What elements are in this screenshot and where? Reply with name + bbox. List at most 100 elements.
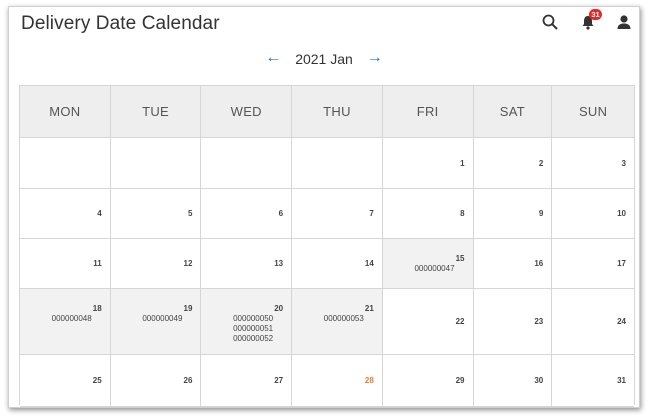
day-number: 22 (455, 317, 465, 326)
app-window: Delivery Date Calendar 31 ← 2021 Jan → M… (8, 6, 640, 408)
day-number: 4 (97, 209, 102, 218)
next-month-button[interactable]: → (357, 49, 393, 67)
day-number: 26 (183, 376, 193, 385)
day-number: 6 (278, 209, 284, 218)
day-number: 30 (534, 376, 544, 385)
day-cell-17[interactable]: 17 (552, 239, 634, 288)
order-number-link[interactable]: 000000051 (233, 324, 273, 334)
day-cell-20[interactable]: 20 000000050 000000051 000000052 (201, 289, 293, 354)
weekday-header-row: MON TUE WED THU FRI SAT SUN (20, 86, 634, 138)
day-number: 21 (364, 304, 374, 313)
day-cell-19[interactable]: 19 000000049 (110, 289, 202, 354)
order-number-link[interactable]: 000000048 (52, 314, 92, 324)
calendar-week-row: 25 26 27 28 29 30 31 (20, 355, 634, 407)
weekday-header-mon: MON (20, 86, 111, 137)
day-cell-9[interactable]: 9 (473, 189, 553, 238)
day-number: 23 (534, 317, 544, 326)
day-cell-21[interactable]: 21 000000053 (292, 289, 383, 354)
day-cell-30[interactable]: 30 (473, 355, 553, 406)
order-number-link[interactable]: 000000050 (233, 314, 273, 324)
order-list: 000000053 (324, 314, 364, 324)
day-number: 11 (93, 259, 102, 268)
day-number: 24 (617, 317, 626, 326)
day-cell-16[interactable]: 16 (473, 239, 553, 288)
day-cell-25[interactable]: 25 (20, 355, 111, 406)
page-title: Delivery Date Calendar (21, 13, 220, 34)
weekday-header-thu: THU (292, 86, 383, 137)
day-number: 16 (534, 259, 544, 268)
day-cell-18[interactable]: 18 000000048 (20, 289, 111, 354)
day-number: 17 (617, 259, 626, 268)
day-cell-31[interactable]: 31 (552, 355, 634, 406)
weekday-header-tue: TUE (111, 86, 202, 137)
day-number: 15 (455, 254, 465, 263)
day-cell-22[interactable]: 22 (382, 289, 474, 354)
day-number: 12 (183, 259, 193, 268)
order-number-link[interactable]: 000000052 (233, 334, 273, 344)
day-number: 9 (538, 209, 544, 218)
weekday-header-sat: SAT (474, 86, 553, 137)
day-number: 28 (364, 376, 374, 385)
order-number-link[interactable]: 000000047 (414, 264, 454, 274)
empty-day-cell (110, 138, 202, 188)
day-number: 3 (621, 159, 626, 168)
order-list: 000000050 000000051 000000052 (233, 314, 273, 344)
month-navigation: ← 2021 Jan → (9, 49, 639, 69)
weekday-header-fri: FRI (383, 86, 474, 137)
notifications-button[interactable]: 31 (579, 9, 602, 33)
order-list: 000000049 (142, 314, 182, 324)
day-number: 8 (460, 209, 465, 218)
day-cell-3[interactable]: 3 (552, 138, 634, 188)
order-number-link[interactable]: 000000049 (142, 314, 182, 324)
day-number: 5 (187, 209, 193, 218)
day-cell-5[interactable]: 5 (110, 189, 202, 238)
day-number: 1 (460, 159, 465, 168)
day-cell-13[interactable]: 13 (201, 239, 293, 288)
day-number: 18 (92, 304, 102, 313)
calendar-week-row: 11 12 13 14 15 000000047 16 17 (20, 239, 634, 289)
day-cell-26[interactable]: 26 (110, 355, 202, 406)
day-cell-4[interactable]: 4 (20, 189, 111, 238)
day-number: 7 (369, 209, 374, 218)
day-cell-15[interactable]: 15 000000047 (382, 239, 474, 288)
order-list: 000000048 (52, 314, 92, 324)
day-cell-8[interactable]: 8 (382, 189, 474, 238)
prev-month-button[interactable]: ← (255, 49, 291, 67)
day-cell-14[interactable]: 14 (292, 239, 383, 288)
day-number: 14 (364, 259, 374, 268)
empty-day-cell (20, 138, 111, 188)
day-number: 20 (274, 304, 284, 313)
user-icon[interactable] (615, 13, 635, 33)
day-cell-2[interactable]: 2 (473, 138, 553, 188)
day-number: 25 (92, 376, 102, 385)
calendar-week-row: 1 2 3 (20, 138, 634, 189)
calendar-week-row: 18 000000048 19 000000049 20 000000050 0000000… (20, 289, 634, 355)
day-number: 31 (617, 376, 626, 385)
weekday-header-sun: SUN (578, 104, 608, 119)
day-cell-12[interactable]: 12 (110, 239, 202, 288)
weekday-header-wed: WED (201, 86, 293, 137)
day-cell-28[interactable]: 28 (292, 355, 383, 406)
day-cell-23[interactable]: 23 (473, 289, 553, 354)
day-cell-24[interactable]: 24 (552, 289, 634, 354)
day-number: 13 (274, 259, 284, 268)
day-number: 2 (538, 159, 544, 168)
empty-day-cell (292, 138, 383, 188)
current-month-label: 2021 Jan (295, 51, 353, 67)
day-cell-29[interactable]: 29 (382, 355, 474, 406)
day-number: 29 (455, 376, 465, 385)
day-cell-27[interactable]: 27 (201, 355, 293, 406)
empty-day-cell (201, 138, 293, 188)
day-cell-10[interactable]: 10 (552, 189, 634, 238)
search-icon[interactable] (541, 13, 561, 33)
day-number: 10 (617, 209, 626, 218)
day-cell-11[interactable]: 11 (20, 239, 111, 288)
calendar-week-row: 4 5 6 7 8 9 10 (20, 189, 634, 239)
day-cell-6[interactable]: 6 (201, 189, 293, 238)
notification-count-badge: 31 (589, 9, 602, 20)
day-number: 19 (183, 304, 193, 313)
day-cell-7[interactable]: 7 (292, 189, 383, 238)
day-number: 27 (274, 376, 284, 385)
order-number-link[interactable]: 000000053 (324, 314, 364, 324)
day-cell-1[interactable]: 1 (382, 138, 474, 188)
